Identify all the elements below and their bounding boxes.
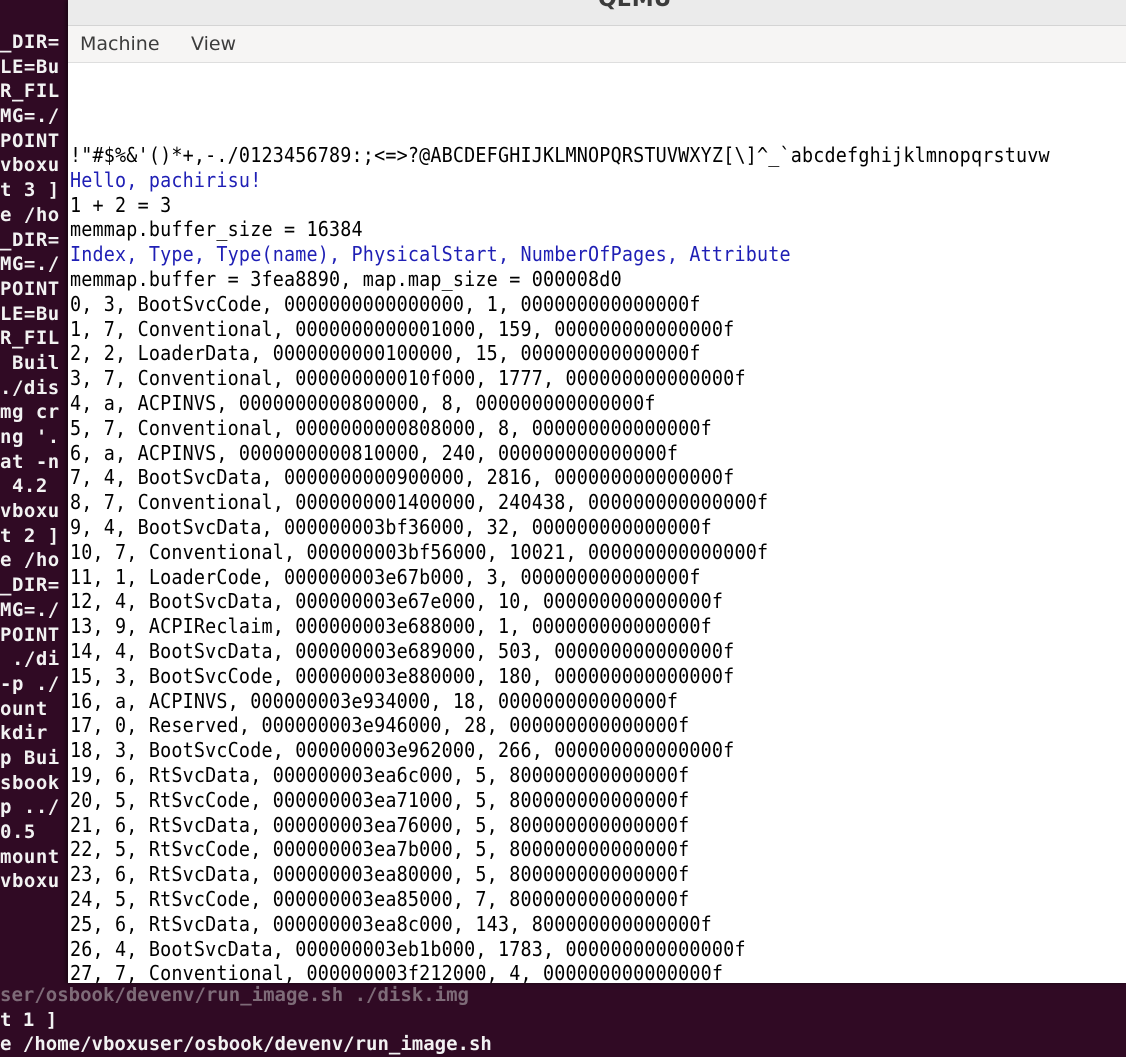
console-line: 6, a, ACPINVS, 0000000000810000, 240, 00… bbox=[70, 440, 679, 465]
terminal-line: ount bbox=[0, 697, 60, 720]
console-line: memmap.buffer_size = 16384 bbox=[70, 217, 363, 242]
terminal-line: sbook bbox=[0, 771, 60, 794]
console-line: 11, 1, LoaderCode, 000000003e67b000, 3, … bbox=[70, 564, 701, 589]
console-line: 14, 4, BootSvcData, 000000003e689000, 50… bbox=[70, 638, 735, 663]
console-line: 3, 7, Conventional, 000000000010f000, 17… bbox=[70, 366, 746, 391]
console-line: 2, 2, LoaderData, 0000000000100000, 15, … bbox=[70, 341, 701, 366]
console-line: 23, 6, RtSvcData, 000000003ea80000, 5, 8… bbox=[70, 862, 690, 887]
terminal-line: t 1 ] bbox=[0, 1008, 58, 1031]
terminal-line: Buil bbox=[0, 351, 60, 374]
terminal-line: mount bbox=[0, 845, 60, 868]
terminal-line: ./dis bbox=[0, 376, 60, 399]
console-line: 19, 6, RtSvcData, 000000003ea6c000, 5, 8… bbox=[70, 762, 690, 787]
terminal-line: R_FIL bbox=[0, 327, 60, 350]
console-line: 0, 3, BootSvcCode, 0000000000000000, 1, … bbox=[70, 291, 701, 316]
qemu-display[interactable]: !"#$%&'()*+,-./0123456789:;<=>?@ABCDEFGH… bbox=[68, 63, 1126, 983]
terminal-line: vboxu bbox=[0, 500, 60, 523]
terminal-line: POINT bbox=[0, 129, 60, 152]
qemu-window[interactable]: QEMU Machine View !"#$%&'()*+,-./0123456… bbox=[68, 0, 1126, 983]
terminal-line: -p ./ bbox=[0, 672, 60, 695]
console-line: 24, 5, RtSvcCode, 000000003ea85000, 7, 8… bbox=[70, 886, 690, 911]
console-line: 9, 4, BootSvcData, 000000003bf36000, 32,… bbox=[70, 514, 712, 539]
terminal-line: _DIR= bbox=[0, 228, 60, 251]
terminal-line: ng '. bbox=[0, 426, 60, 448]
console-line: 16, a, ACPINVS, 000000003e934000, 18, 00… bbox=[70, 688, 679, 713]
terminal-line: vboxu bbox=[0, 154, 60, 177]
menu-view[interactable]: View bbox=[191, 33, 236, 55]
console-line: 1, 7, Conventional, 0000000000001000, 15… bbox=[70, 316, 735, 341]
console-line: 27, 7, Conventional, 000000003f212000, 4… bbox=[70, 961, 724, 983]
terminal-bottom-text: ser/osbook/devenv/run_image.sh ./disk.im… bbox=[0, 983, 1126, 1057]
terminal-line: p Bui bbox=[0, 746, 60, 769]
console-line: 1 + 2 = 3 bbox=[70, 192, 172, 217]
console-line: 10, 7, Conventional, 000000003bf56000, 1… bbox=[70, 539, 769, 564]
terminal-line: t 2 ] bbox=[0, 524, 60, 547]
terminal-line: t 3 ] bbox=[0, 179, 60, 202]
console-line: 20, 5, RtSvcCode, 000000003ea71000, 5, 8… bbox=[70, 787, 690, 812]
terminal-line: POINT bbox=[0, 623, 60, 646]
terminal-line: 4.2 bbox=[0, 475, 48, 498]
terminal-line: _DIR= bbox=[0, 31, 60, 53]
terminal-line: POINT bbox=[0, 277, 60, 300]
console-line: Index, Type, Type(name), PhysicalStart, … bbox=[70, 242, 791, 267]
console-line: 26, 4, BootSvcData, 000000003eb1b000, 17… bbox=[70, 936, 746, 961]
console-line: 18, 3, BootSvcCode, 000000003e962000, 26… bbox=[70, 738, 735, 763]
console-line: 25, 6, RtSvcData, 000000003ea8c000, 143,… bbox=[70, 911, 712, 936]
terminal-left-text: _DIR= LE=Bu R_FIL MG=./POINT vboxu t 3 ] e /ho… bbox=[0, 30, 68, 894]
terminal-line: p ../ bbox=[0, 796, 60, 819]
terminal-line: MG=./ bbox=[0, 253, 60, 276]
terminal-line: e /ho bbox=[0, 549, 60, 572]
terminal-line: 0.5 bbox=[0, 821, 36, 843]
console-line: 13, 9, ACPIReclaim, 000000003e688000, 1,… bbox=[70, 614, 712, 639]
console-line: 12, 4, BootSvcData, 000000003e67e000, 10… bbox=[70, 589, 724, 614]
terminal-line: LE=Bu bbox=[0, 55, 60, 78]
menu-machine[interactable]: Machine bbox=[80, 33, 160, 55]
console-line: memmap.buffer = 3fea8890, map.map_size =… bbox=[70, 266, 622, 291]
terminal-line: LE=Bu bbox=[0, 302, 60, 325]
console-line: 21, 6, RtSvcData, 000000003ea76000, 5, 8… bbox=[70, 812, 690, 837]
console-line: 7, 4, BootSvcData, 0000000000900000, 281… bbox=[70, 465, 735, 490]
terminal-line: MG=./ bbox=[0, 105, 60, 128]
window-title: QEMU bbox=[598, 0, 672, 12]
console-line: 5, 7, Conventional, 0000000000808000, 8,… bbox=[70, 415, 712, 440]
terminal-line: kdir bbox=[0, 722, 60, 745]
terminal-line: _DIR= bbox=[0, 574, 60, 597]
terminal-line: mg cr bbox=[0, 401, 60, 424]
console-output: !"#$%&'()*+,-./0123456789:;<=>?@ABCDEFGH… bbox=[70, 143, 1126, 983]
console-line: 15, 3, BootSvcCode, 000000003e880000, 18… bbox=[70, 663, 735, 688]
console-line: 22, 5, RtSvcCode, 000000003ea7b000, 5, 8… bbox=[70, 837, 690, 862]
console-line: 17, 0, Reserved, 000000003e946000, 28, 0… bbox=[70, 713, 690, 738]
console-line: !"#$%&'()*+,-./0123456789:;<=>?@ABCDEFGH… bbox=[70, 143, 1050, 167]
terminal-line: e /home/vboxuser/osbook/devenv/run_image… bbox=[0, 1033, 492, 1056]
console-line: Hello, pachirisu! bbox=[70, 167, 262, 192]
terminal-line: e /ho bbox=[0, 203, 60, 226]
terminal-line: R_FIL bbox=[0, 80, 60, 103]
terminal-line: ./di bbox=[0, 648, 60, 671]
qemu-titlebar[interactable]: QEMU bbox=[68, 0, 1126, 26]
terminal-line: ser/osbook/devenv/run_image.sh ./disk.im… bbox=[0, 984, 469, 1006]
terminal-line: vboxu bbox=[0, 870, 60, 893]
terminal-line: at -n bbox=[0, 450, 60, 473]
console-line: 4, a, ACPINVS, 0000000000800000, 8, 0000… bbox=[70, 390, 656, 415]
terminal-line: MG=./ bbox=[0, 598, 60, 621]
qemu-menubar: Machine View bbox=[68, 26, 1126, 63]
console-line: 8, 7, Conventional, 0000000001400000, 24… bbox=[70, 490, 769, 515]
